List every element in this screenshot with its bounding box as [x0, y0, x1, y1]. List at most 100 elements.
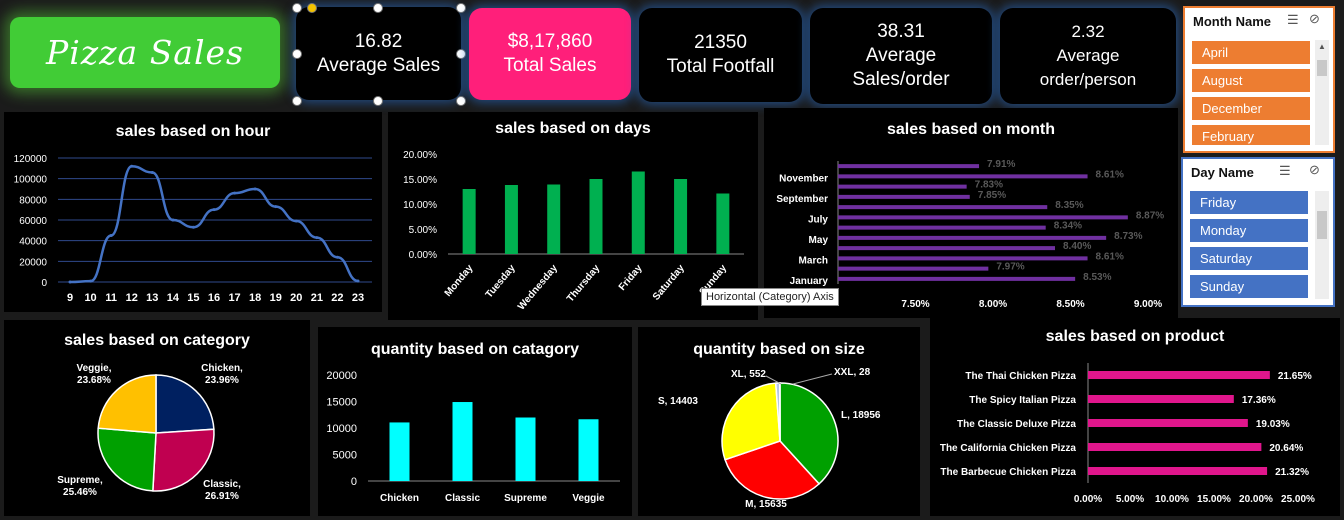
y-tick-label: 120000 — [14, 154, 48, 165]
y-tick-label: 0.00% — [409, 250, 437, 261]
bar — [1088, 371, 1270, 379]
bar — [1088, 443, 1262, 451]
x-tick-label: 8.50% — [1056, 299, 1084, 310]
data-label: 8.34% — [1054, 221, 1082, 232]
data-point — [335, 255, 339, 259]
data-label: XXL, 28 — [834, 367, 871, 378]
x-tick-label: 22 — [331, 292, 343, 304]
data-point — [253, 187, 257, 191]
y-tick-label: 60000 — [19, 216, 47, 227]
data-label: Veggie, 23.68% — [76, 363, 111, 386]
y-tick-label: 10000 — [326, 423, 357, 435]
x-tick-label: 10 — [84, 292, 96, 304]
bar — [589, 179, 603, 254]
y-tick-label: 15000 — [326, 397, 357, 409]
y-tick-label: The Barbecue Chicken Pizza — [940, 467, 1076, 478]
leader-line — [792, 373, 833, 385]
x-tick-label: 18 — [249, 292, 261, 304]
data-label: 19.03% — [1256, 419, 1290, 430]
data-label: 8.53% — [1083, 272, 1111, 283]
chart-product: 21.65% The Thai Chicken Pizza 17.36% The Sp… — [940, 363, 1315, 505]
bar — [1088, 419, 1248, 427]
y-tick-label: 15.00% — [403, 175, 437, 186]
y-tick-label: November — [779, 173, 828, 184]
y-tick-label: 0 — [351, 476, 357, 488]
y-tick-label: March — [799, 255, 828, 266]
bar — [838, 174, 1088, 179]
bar — [838, 164, 980, 169]
data-label: 7.83% — [975, 180, 1003, 191]
data-label: XL, 552 — [731, 369, 766, 380]
data-label: 7.97% — [996, 262, 1024, 273]
y-tick-label: January — [790, 276, 829, 287]
y-tick-label: May — [809, 235, 829, 246]
data-label: 8.40% — [1063, 241, 1091, 252]
x-tick-label: 20 — [290, 292, 302, 304]
bar — [716, 193, 730, 254]
bar — [838, 215, 1128, 220]
y-tick-label: 20000 — [19, 257, 47, 268]
data-label: S, 14403 — [658, 396, 698, 407]
x-tick-label: Veggie — [572, 493, 605, 504]
x-tick-label: 13 — [146, 292, 158, 304]
x-tick-label: 8.00% — [979, 299, 1007, 310]
y-tick-label: 20000 — [326, 370, 357, 382]
data-label: 8.73% — [1114, 231, 1142, 242]
x-tick-label: 10.00% — [1155, 494, 1189, 505]
x-tick-label: 11 — [105, 292, 117, 304]
data-point — [233, 191, 237, 195]
data-point — [294, 219, 298, 223]
x-tick-label: 12 — [126, 292, 138, 304]
bar — [1088, 467, 1268, 475]
bar — [1088, 395, 1234, 403]
chart-hour: 0 20000 40000 60000 80000 100000 120000 9 10 11 12… — [14, 154, 372, 304]
axis-tooltip: Horizontal (Category) Axis — [701, 288, 839, 306]
data-label: 8.35% — [1055, 200, 1083, 211]
x-tick-label: 23 — [352, 292, 364, 304]
data-point — [68, 280, 72, 284]
data-label: 8.61% — [1096, 169, 1124, 180]
y-tick-label: 20.00% — [403, 150, 437, 161]
bar — [838, 184, 967, 189]
y-tick-label: 0 — [41, 278, 47, 289]
bar — [838, 194, 970, 199]
x-tick-label: Saturday — [651, 263, 687, 303]
x-tick-label: Thursday — [565, 263, 603, 305]
bar — [504, 185, 518, 254]
bar — [452, 402, 473, 481]
bar — [547, 184, 561, 254]
x-tick-label: Chicken — [380, 493, 419, 504]
data-label: Classic, 26.91% — [203, 479, 241, 502]
bar — [838, 266, 989, 271]
series-line — [69, 165, 359, 284]
y-tick-label: 10.00% — [403, 200, 437, 211]
data-label: M, 15635 — [745, 499, 787, 510]
bar — [838, 235, 1107, 240]
data-label: 20.64% — [1269, 443, 1303, 454]
x-tick-label: 9.00% — [1134, 299, 1162, 310]
data-label: 7.91% — [987, 159, 1015, 170]
x-tick-label: 0.00% — [1074, 494, 1102, 505]
x-tick-label: Monday — [443, 263, 476, 299]
x-tick-label: 19 — [270, 292, 282, 304]
x-tick-label: Wednesday — [516, 263, 560, 313]
data-label: L, 18956 — [841, 410, 881, 421]
x-tick-label: 7.50% — [901, 299, 929, 310]
chart-qty-category: 0 5000 10000 15000 20000 Chicken Classic Suprem… — [326, 370, 620, 504]
bar — [389, 422, 410, 481]
y-tick-label: 5000 — [333, 450, 357, 462]
x-tick-label: 5.00% — [1116, 494, 1144, 505]
data-point — [150, 170, 154, 174]
x-tick-label: 20.00% — [1239, 494, 1273, 505]
x-tick-label: Friday — [617, 263, 645, 293]
x-tick-label: 25.00% — [1281, 494, 1315, 505]
data-point — [212, 208, 216, 212]
data-label: 7.85% — [978, 190, 1006, 201]
bar — [515, 417, 536, 481]
y-tick-label: 5.00% — [409, 225, 437, 236]
data-label: 17.36% — [1242, 395, 1276, 406]
x-tick-label: 15 — [187, 292, 199, 304]
bar — [462, 189, 476, 254]
data-point — [130, 164, 134, 168]
y-tick-label: 40000 — [19, 237, 47, 248]
